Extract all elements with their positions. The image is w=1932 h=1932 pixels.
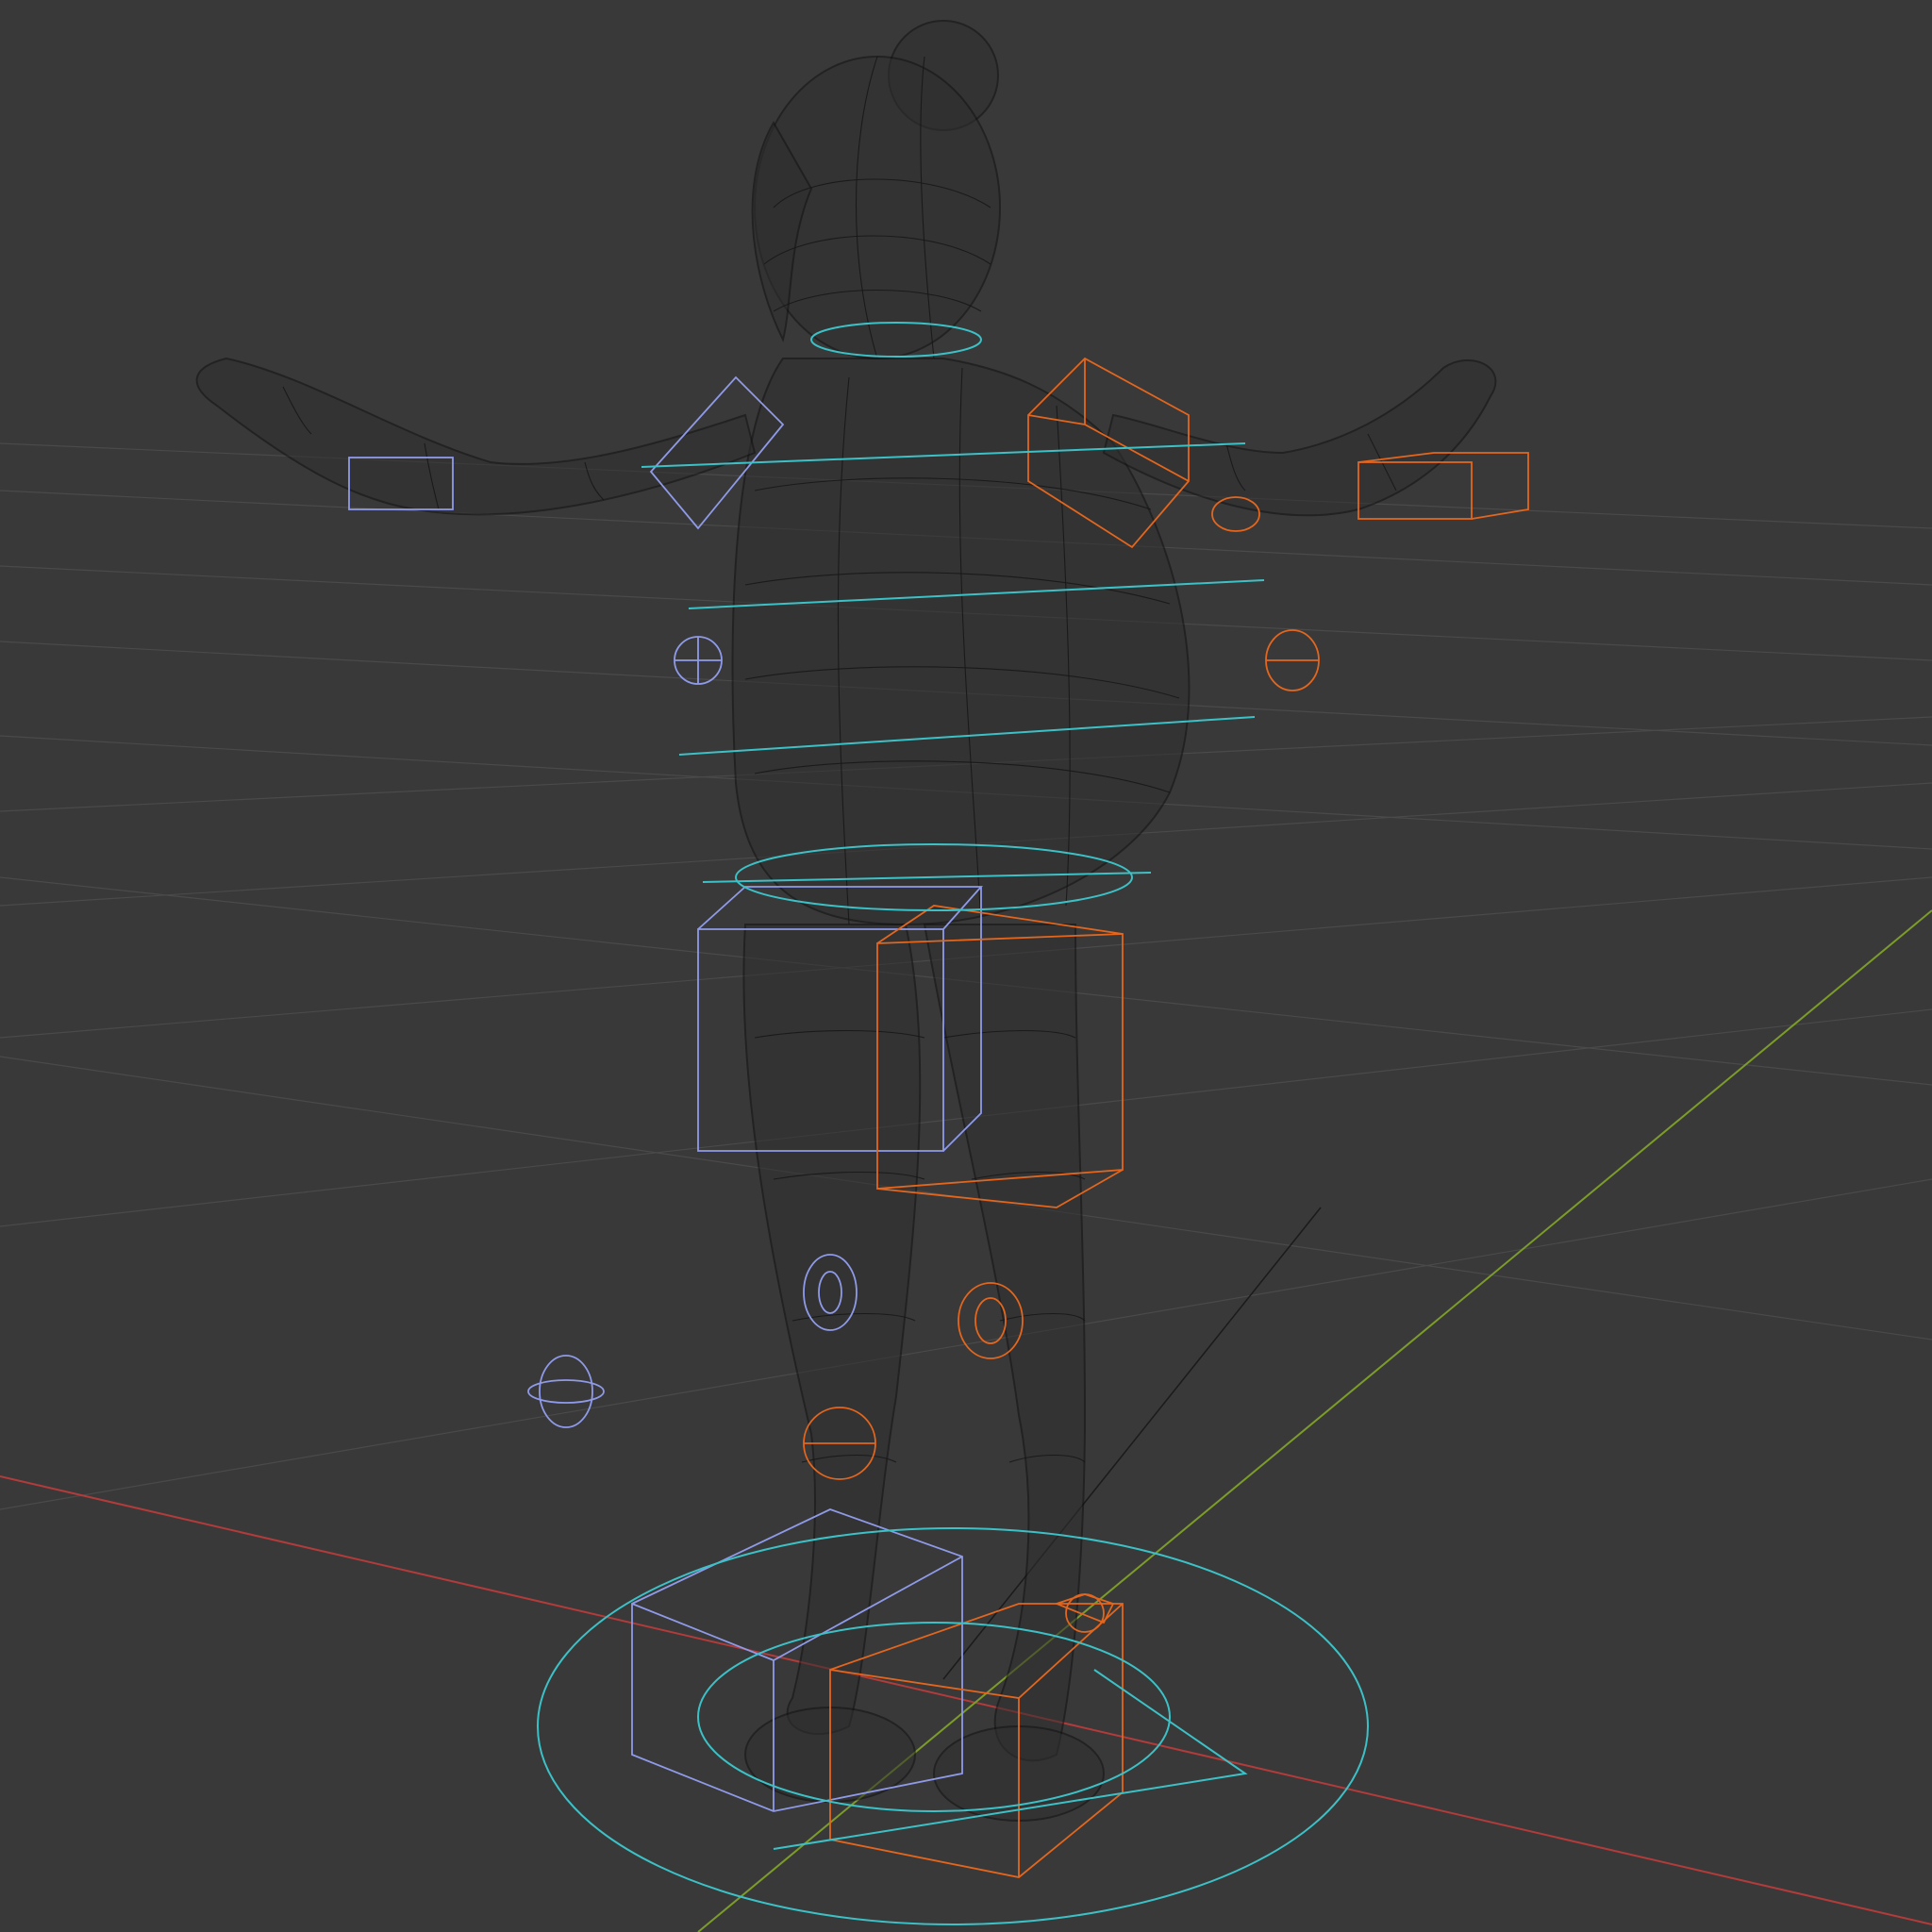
character-mesh[interactable]	[195, 20, 1497, 1822]
x-axis	[0, 1475, 1932, 1925]
3d-viewport[interactable]	[0, 0, 1932, 1932]
root-control[interactable]	[537, 1527, 1369, 1925]
left-ik-target[interactable]	[539, 1355, 593, 1428]
viewport-canvas[interactable]	[0, 0, 1932, 1932]
